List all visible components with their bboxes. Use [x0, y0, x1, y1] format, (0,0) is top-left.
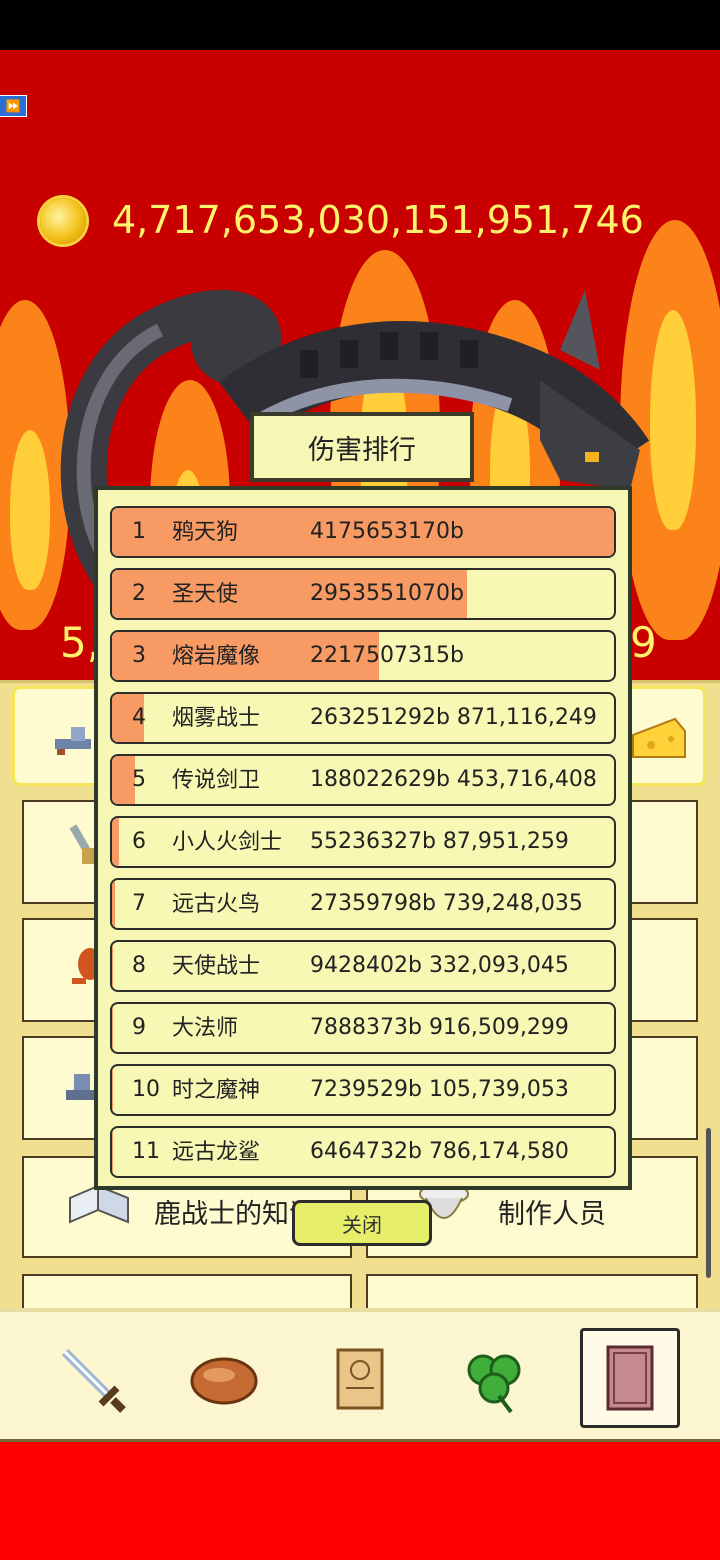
scrollbar[interactable]: [706, 1128, 711, 1278]
ranking-row: 5 传说剑卫 188022629b 453,716,408: [110, 754, 616, 806]
rank-number: 1: [132, 519, 146, 544]
hero-name: 传说剑卫: [172, 767, 261, 792]
hero-name: 远古龙鲨: [172, 1139, 261, 1164]
cheese-icon: [632, 717, 686, 758]
ranking-row: 1 鸦天狗 4175653170b: [110, 506, 616, 558]
ranking-row: 6 小人火剑士 55236327b 87,951,259: [110, 816, 616, 868]
bottom-nav: [0, 1308, 720, 1442]
damage-value: 263251292b 871,116,249: [310, 705, 597, 730]
nav-sword-button[interactable]: [44, 1336, 140, 1422]
damage-value: 2217507315b: [310, 643, 464, 668]
ranking-title: 伤害排行: [250, 412, 474, 482]
stat-right-value: 9: [630, 618, 657, 667]
damage-value: 55236327b 87,951,259: [310, 829, 569, 854]
hero-name: 远古火鸟: [172, 891, 261, 916]
hero-name: 圣天使: [172, 581, 239, 606]
rank-number: 8: [132, 953, 146, 978]
close-button[interactable]: 关闭: [292, 1200, 432, 1246]
damage-bar: [112, 818, 119, 866]
hero-name: 烟雾战士: [172, 705, 261, 730]
hero-name: 小人火剑士: [172, 829, 283, 854]
ranking-row: 10 时之魔神 7239529b 105,739,053: [110, 1064, 616, 1116]
hero-name: 鸦天狗: [172, 519, 239, 544]
ranking-row: 9 大法师 7888373b 916,509,299: [110, 1002, 616, 1054]
rank-number: 3: [132, 643, 146, 668]
damage-ranking-modal: 1 鸦天狗 4175653170b 2 圣天使 2953551070b 3 熔岩魔像 22175…: [94, 486, 632, 1190]
damage-bar: [112, 880, 116, 928]
hero-name: 时之魔神: [172, 1077, 261, 1102]
nav-book-button[interactable]: [580, 1328, 680, 1428]
ranking-row: 11 远古龙鲨 6464732b 786,174,580: [110, 1126, 616, 1178]
damage-value: 7888373b 916,509,299: [310, 1015, 569, 1040]
fast-forward-icon[interactable]: ⏩: [0, 95, 27, 117]
hero-name: 熔岩魔像: [172, 643, 261, 668]
damage-bar: [112, 942, 114, 990]
rank-number: 11: [132, 1139, 160, 1164]
damage-value: 6464732b 786,174,580: [310, 1139, 569, 1164]
rank-number: 10: [132, 1077, 160, 1102]
clover-icon: [467, 1354, 521, 1414]
rank-number: 5: [132, 767, 146, 792]
nav-bread-button[interactable]: [176, 1336, 272, 1422]
hero-name: 天使战士: [172, 953, 261, 978]
gold-amount: 4,717,653,030,151,951,746: [112, 198, 644, 242]
damage-bar: [112, 1128, 113, 1176]
hero-name: 大法师: [172, 1015, 239, 1040]
damage-value: 188022629b 453,716,408: [310, 767, 597, 792]
damage-bar: [112, 1066, 113, 1114]
damage-value: 9428402b 332,093,045: [310, 953, 569, 978]
scroll-icon: [336, 1348, 384, 1410]
bread-icon: [190, 1357, 258, 1405]
nav-scroll-button[interactable]: [312, 1336, 408, 1422]
rank-number: 2: [132, 581, 146, 606]
rank-number: 6: [132, 829, 146, 854]
ranking-row: 4 烟雾战士 263251292b 871,116,249: [110, 692, 616, 744]
damage-value: 7239529b 105,739,053: [310, 1077, 569, 1102]
ranking-row: 2 圣天使 2953551070b: [110, 568, 616, 620]
sword-icon: [61, 1348, 126, 1413]
rank-number: 9: [132, 1015, 146, 1040]
credits-label: 制作人员: [498, 1199, 606, 1229]
gold-coin-icon: [40, 198, 86, 244]
damage-value: 4175653170b: [310, 519, 464, 544]
status-bar: [0, 0, 720, 50]
ranking-row: 3 熔岩魔像 2217507315b: [110, 630, 616, 682]
nav-clover-button[interactable]: [446, 1336, 542, 1422]
damage-value: 27359798b 739,248,035: [310, 891, 583, 916]
ranking-row: 7 远古火鸟 27359798b 739,248,035: [110, 878, 616, 930]
book-icon: [606, 1345, 654, 1411]
rank-number: 7: [132, 891, 146, 916]
ranking-row: 8 天使战士 9428402b 332,093,045: [110, 940, 616, 992]
damage-bar: [112, 1004, 113, 1052]
damage-value: 2953551070b: [310, 581, 464, 606]
rank-number: 4: [132, 705, 146, 730]
